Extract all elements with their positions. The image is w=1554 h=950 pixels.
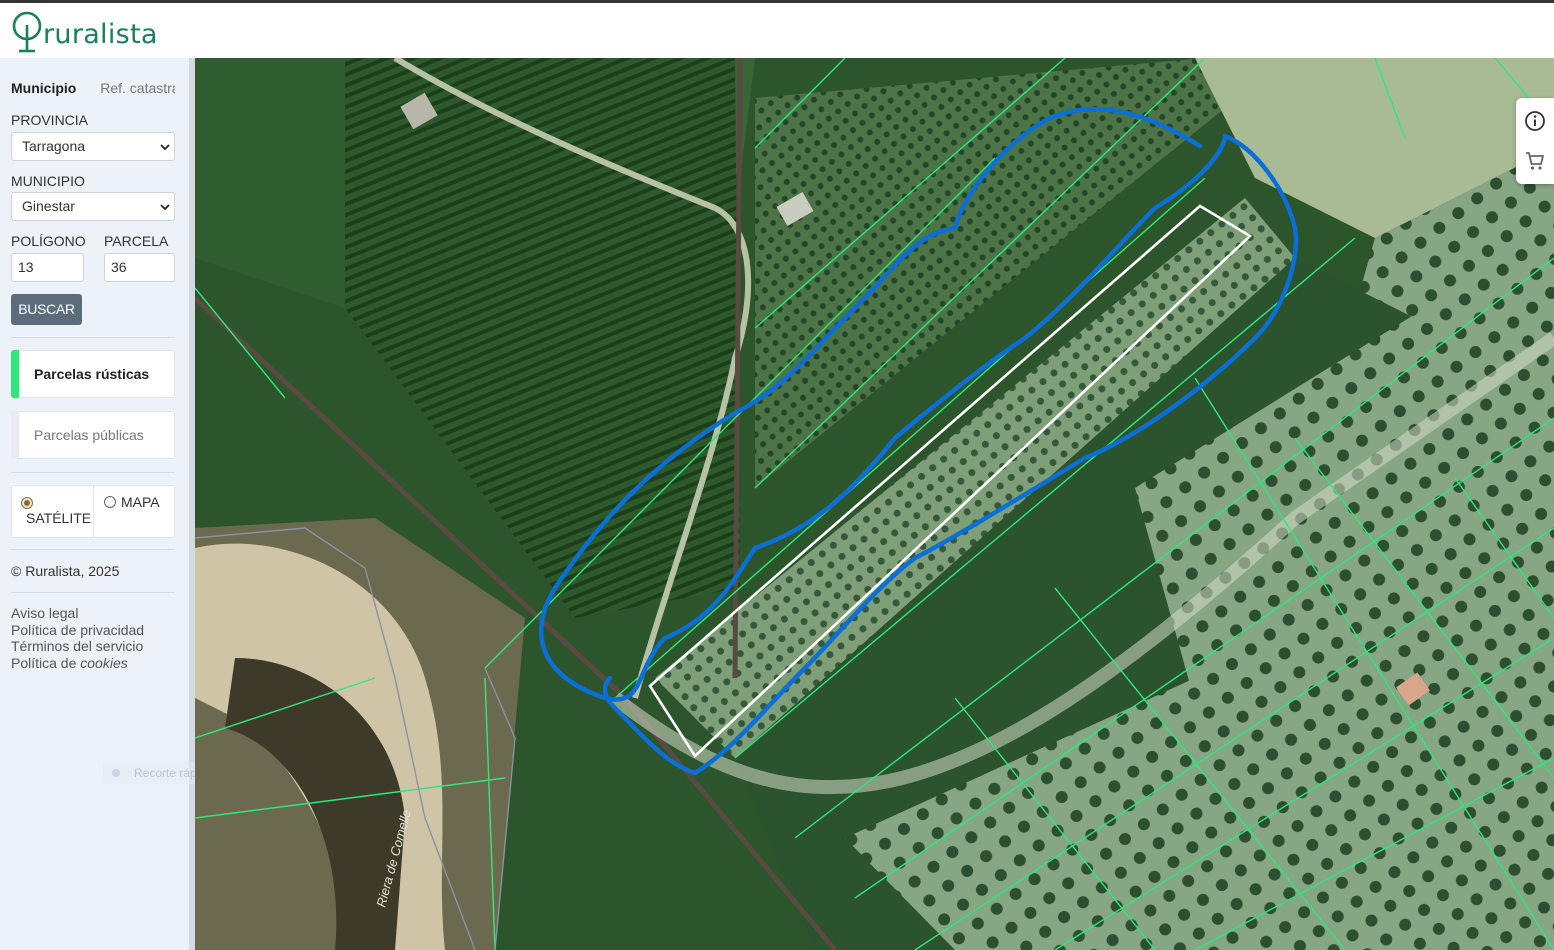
cookies-em: cookies (80, 654, 128, 671)
toast-dot-icon (112, 769, 120, 777)
sidebar: Municipio Ref. catastral PROVINCIA Tarra… (0, 58, 189, 950)
basemap-mapa-option[interactable]: MAPA (94, 486, 176, 537)
poligono-input[interactable]: 13 (11, 253, 84, 282)
buscar-button[interactable]: BUSCAR (11, 294, 82, 325)
layer-inactive-indicator (11, 411, 19, 459)
layer-label: Parcelas públicas (34, 427, 144, 443)
chevron-down-icon (160, 204, 170, 211)
info-icon[interactable] (1523, 109, 1547, 133)
basemap-mapa-label: MAPA (121, 494, 160, 510)
municipio-label: MUNICIPIO (11, 173, 85, 189)
satellite-imagery: Riera de Comelle (195, 58, 1554, 950)
divider (11, 549, 175, 550)
app-name: ruralista (43, 19, 158, 50)
link-terminos[interactable]: Términos del servicio (11, 638, 144, 655)
copyright: © Ruralista, 2025 (11, 563, 120, 579)
tab-ref-catastral[interactable]: Ref. catastral (100, 80, 175, 96)
link-privacidad[interactable]: Política de privacidad (11, 622, 144, 639)
basemap-satelite-option[interactable]: SATÉLITE (12, 486, 94, 537)
link-cookies[interactable]: Política de cookies (11, 655, 144, 672)
radio-unchecked-icon[interactable] (104, 496, 116, 508)
provincia-select[interactable]: Tarragona (11, 132, 175, 161)
layer-active-indicator (11, 350, 19, 398)
faded-toast: Recorte rápido (103, 762, 195, 784)
parcela-input[interactable]: 36 (104, 253, 175, 282)
divider (11, 592, 175, 593)
tab-municipio[interactable]: Municipio (11, 80, 76, 96)
municipio-select[interactable]: Ginestar (11, 192, 175, 221)
basemap-satelite-label: SATÉLITE (26, 510, 92, 526)
layer-parcelas-rusticas[interactable]: Parcelas rústicas (11, 350, 175, 398)
radio-checked-icon[interactable] (21, 497, 33, 509)
link-aviso-legal[interactable]: Aviso legal (11, 605, 144, 622)
logo[interactable]: ruralista (10, 9, 158, 53)
provincia-value: Tarragona (22, 138, 86, 154)
tree-logo-icon (12, 11, 42, 53)
search-tabs: Municipio Ref. catastral (11, 80, 175, 98)
cookies-prefix: Política de (11, 654, 81, 671)
map-view[interactable]: Riera de Comelle (195, 58, 1554, 950)
toast-text: Recorte rápido (134, 766, 195, 780)
chevron-down-icon (160, 144, 170, 151)
divider (11, 472, 175, 473)
map-tools (1516, 98, 1554, 184)
layer-label: Parcelas rústicas (34, 366, 150, 382)
divider (11, 337, 175, 338)
municipio-value: Ginestar (22, 198, 75, 214)
poligono-label: POLÍGONO (11, 233, 86, 249)
footer-links: Aviso legal Política de privacidad Térmi… (11, 605, 144, 671)
header: ruralista (0, 3, 1554, 58)
basemap-switcher: SATÉLITE MAPA (11, 485, 175, 538)
layer-parcelas-publicas[interactable]: Parcelas públicas (11, 411, 175, 459)
provincia-label: PROVINCIA (11, 112, 89, 128)
cart-icon[interactable] (1523, 149, 1547, 173)
parcela-label: PARCELA (104, 233, 169, 249)
